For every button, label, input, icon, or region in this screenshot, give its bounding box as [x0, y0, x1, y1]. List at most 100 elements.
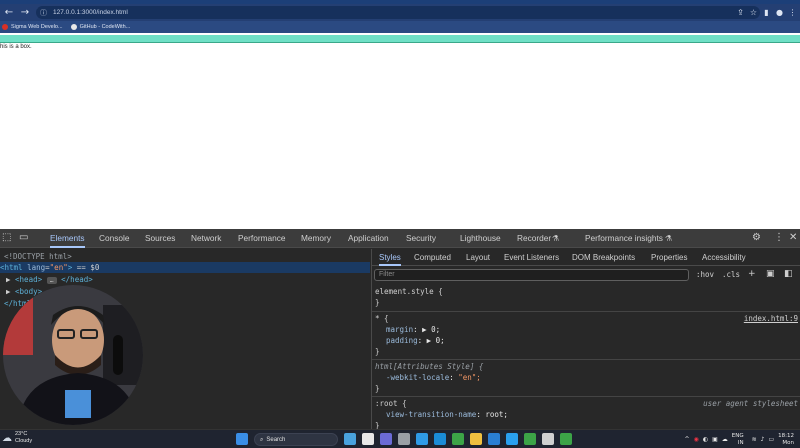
tab-styles[interactable]: Styles: [379, 249, 401, 266]
html-open-tag: <html: [0, 263, 23, 272]
language-indicator[interactable]: ENG IN: [732, 433, 744, 447]
root-rule-selector[interactable]: :root {: [375, 399, 407, 409]
hov-toggle[interactable]: :hov: [696, 269, 714, 281]
taskbar-search[interactable]: ⌕ Search: [254, 433, 338, 446]
back-arrow-icon[interactable]: ←: [2, 6, 16, 20]
tray-app-icon[interactable]: ◉: [694, 436, 699, 443]
menu-icon[interactable]: ⋮: [787, 8, 798, 17]
tab-recorder[interactable]: Recorder: [517, 229, 551, 248]
tab-lighthouse[interactable]: Lighthouse: [460, 229, 501, 248]
url-field[interactable]: ⓘ 127.0.0.1:3000/index.html: [36, 6, 760, 19]
tray-app-icon[interactable]: ◐: [703, 436, 708, 443]
skype-icon[interactable]: [434, 433, 446, 445]
share-icon[interactable]: ⇪: [735, 8, 746, 17]
tab-accessibility[interactable]: Accessibility: [702, 249, 746, 266]
chrome-icon[interactable]: [452, 433, 464, 445]
margin-prop: margin: [386, 325, 414, 334]
chrome-icon[interactable]: [524, 433, 536, 445]
task-view-icon[interactable]: [344, 433, 356, 445]
tab-computed[interactable]: Computed: [414, 249, 451, 266]
star-rule-source-link[interactable]: index.html:9: [744, 314, 798, 323]
tab-application[interactable]: Application: [348, 229, 389, 248]
system-tray: ^ ◉ ◐ ▣ ☁ ENG IN ≋ ♪ ▭ 18:12 Mon: [685, 430, 800, 448]
tab-memory[interactable]: Memory: [301, 229, 331, 248]
search-label: Search: [266, 436, 286, 443]
padding-declaration[interactable]: padding: ▶ 0;: [386, 336, 445, 346]
margin-declaration[interactable]: margin: ▶ 0;: [386, 325, 440, 335]
bookmark-sigma[interactable]: Sigma Web Develo...: [2, 24, 63, 30]
clock[interactable]: 18:12 Mon: [778, 433, 794, 447]
expand-arrow-icon[interactable]: ▶: [6, 275, 11, 284]
lang-line2: IN: [737, 439, 744, 446]
doctype-node[interactable]: <!DOCTYPE html>: [4, 251, 72, 262]
styles-pane: Styles Computed Layout Event Listeners D…: [371, 249, 800, 430]
settings-gear-icon[interactable]: ⚙: [752, 232, 761, 243]
taskbar-app-icon[interactable]: [362, 433, 374, 445]
tab-security[interactable]: Security: [406, 229, 436, 248]
taskbar-app-icon[interactable]: [542, 433, 554, 445]
tab-dom-breakpoints[interactable]: DOM Breakpoints: [572, 249, 635, 266]
vtn-declaration[interactable]: view-transition-name: root;: [386, 410, 508, 420]
cls-toggle[interactable]: .cls: [722, 269, 740, 281]
inspect-element-icon[interactable]: ⬚: [2, 232, 11, 243]
chevron-up-icon[interactable]: ^: [685, 436, 690, 443]
element-style-selector: element.style {: [375, 287, 443, 296]
tab-performance[interactable]: Performance: [238, 229, 286, 248]
bookmark-label: Sigma Web Develo...: [11, 24, 63, 30]
collapsed-ellipsis-icon[interactable]: …: [46, 276, 57, 284]
vtn-value: root;: [485, 410, 508, 419]
tab-event-listeners[interactable]: Event Listeners: [504, 249, 559, 266]
weather-widget[interactable]: ☁ 23°C Cloudy: [2, 431, 32, 445]
url-text: 127.0.0.1:3000/index.html: [53, 9, 128, 16]
box-text: his is a box.: [0, 44, 32, 50]
windows-taskbar: ☁ 23°C Cloudy ⌕ Search ^ ◉ ◐ ▣ ☁ ENG IN …: [0, 429, 800, 448]
element-style-rule[interactable]: element.style {: [375, 287, 443, 297]
edge-icon[interactable]: [416, 433, 428, 445]
chrome-active-icon[interactable]: [560, 433, 572, 445]
star-rule-selector[interactable]: * {: [375, 314, 389, 324]
clock-day: Mon: [782, 439, 794, 446]
paint-format-icon[interactable]: ▣: [766, 269, 775, 279]
wifi-icon[interactable]: ≋: [752, 436, 757, 443]
battery-icon[interactable]: ▭: [768, 436, 774, 443]
tab-elements[interactable]: Elements: [50, 229, 85, 248]
padding-value: 0;: [435, 336, 445, 345]
toggle-sidebar-icon[interactable]: ◧: [784, 269, 793, 279]
expand-arrow-icon[interactable]: ▶: [6, 287, 11, 296]
tab-performance-insights[interactable]: Performance insights: [585, 229, 663, 248]
margin-value: 0;: [431, 325, 441, 334]
lang-attr: lang: [27, 263, 46, 272]
html-node-selected[interactable]: <html lang="en"> == $0: [0, 262, 370, 273]
more-options-icon[interactable]: ⋮: [774, 232, 784, 243]
divider: [372, 359, 800, 360]
styles-filter-input[interactable]: Filter: [374, 269, 689, 281]
head-node[interactable]: ▶ <head> … </head>: [6, 274, 93, 285]
tab-properties[interactable]: Properties: [651, 249, 687, 266]
settings-app-icon[interactable]: [398, 433, 410, 445]
tray-app-icon[interactable]: ▣: [712, 436, 718, 443]
vscode-icon[interactable]: [488, 433, 500, 445]
page-viewport: his is a box.: [0, 33, 800, 229]
attributes-style-selector[interactable]: html[Attributes Style] {: [375, 362, 483, 372]
locale-declaration[interactable]: -webkit-locale: "en";: [386, 373, 481, 383]
github-icon: [70, 24, 77, 30]
volume-icon[interactable]: ♪: [761, 436, 765, 443]
bookmark-github[interactable]: GitHub - CodeWith...: [70, 24, 130, 30]
device-toolbar-icon[interactable]: ▭: [19, 232, 28, 243]
file-explorer-icon[interactable]: [470, 433, 482, 445]
new-rule-plus-icon[interactable]: +: [748, 269, 756, 279]
tab-sources[interactable]: Sources: [145, 229, 175, 248]
tab-network[interactable]: Network: [191, 229, 221, 248]
forward-arrow-icon[interactable]: →: [18, 6, 32, 20]
site-info-icon[interactable]: ⓘ: [40, 8, 50, 18]
taskbar-app-icon[interactable]: [380, 433, 392, 445]
bookmark-star-icon[interactable]: ☆: [748, 8, 759, 17]
tab-layout[interactable]: Layout: [466, 249, 490, 266]
tray-app-icon[interactable]: ☁: [722, 436, 728, 443]
profile-icon[interactable]: ●: [774, 8, 785, 17]
tab-console[interactable]: Console: [99, 229, 129, 248]
todo-icon[interactable]: [506, 433, 518, 445]
start-windows-icon[interactable]: [236, 433, 248, 445]
close-icon[interactable]: ✕: [789, 232, 797, 243]
sidebar-icon[interactable]: ▮: [761, 8, 772, 17]
